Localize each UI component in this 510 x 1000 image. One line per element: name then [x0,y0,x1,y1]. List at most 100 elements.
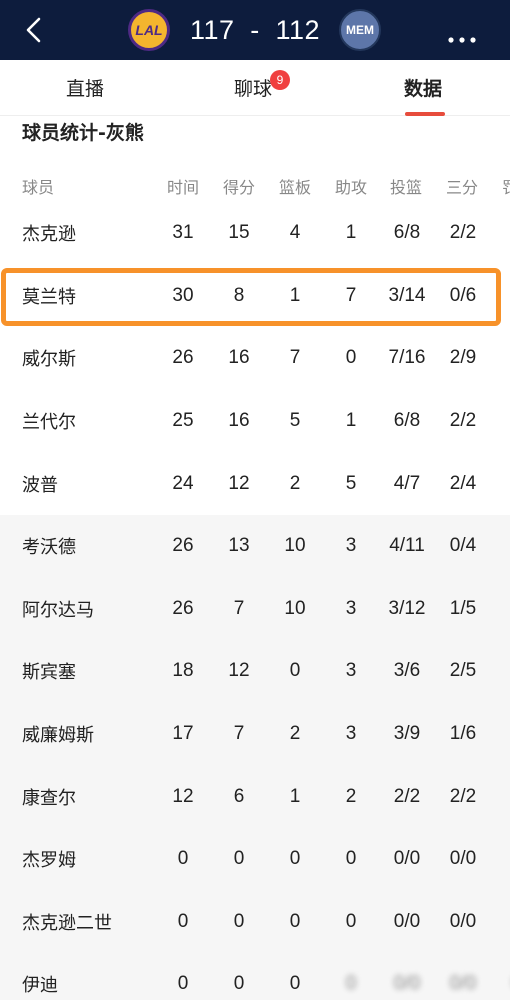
stat-rebounds: 2 [289,723,301,745]
player-name[interactable]: 杰克逊 [22,220,76,246]
stat-free-throws: 0 [487,848,510,870]
more-dots-icon[interactable] [448,28,476,43]
stat-free-throws: 2 [487,473,510,495]
back-arrow-icon[interactable] [20,15,50,45]
stat-three-pointers: 1/6 [449,723,477,745]
stat-points: 6 [233,785,245,807]
table-row[interactable]: 康查尔126122/22/20 [0,765,510,828]
stat-points: 13 [228,535,250,557]
stat-points: 7 [233,723,245,745]
stat-assists: 1 [345,410,357,432]
table-row[interactable]: 兰代尔 25 16 5 1 6/8 2/2 2 [0,390,510,453]
table-row[interactable]: 杰罗姆 0 0 0 0 0/0 0/0 0 [0,828,510,891]
stat-assists: 3 [345,597,357,619]
tab-chat[interactable]: 聊球 [234,74,272,101]
stat-minutes: 0 [177,910,189,932]
header-rebounds[interactable]: 篮板 [279,174,311,198]
player-name[interactable]: 杰罗姆 [22,846,76,872]
stat-three-pointers: 2/2 [449,785,477,807]
table-row[interactable]: 伊迪 0 0 0 0 0/0 0/0 0 [0,953,510,1000]
stat-minutes: 0 [177,973,189,995]
stat-free-throws: 0 [487,911,510,933]
stat-minutes: 18 [172,660,194,682]
stat-minutes: 26 [172,597,194,619]
player-name[interactable]: 威廉姆斯 [22,721,94,747]
stat-free-throws: 0 [487,786,510,808]
stat-three-pointers: 0/0 [449,973,477,995]
player-name[interactable]: 考沃德 [22,533,76,559]
stat-assists: 5 [345,472,357,494]
stat-field-goals: 0/0 [393,910,421,932]
tab-live[interactable]: 直播 [66,74,104,101]
tab-data[interactable]: 数据 [404,74,442,101]
player-name[interactable]: 兰代尔 [22,408,76,434]
stat-minutes: 17 [172,723,194,745]
player-name[interactable]: 阿尔达马 [22,596,94,622]
stat-rebounds: 7 [289,347,301,369]
section-title: 球员统计-灰熊 [22,122,144,144]
stat-field-goals: 0/0 [393,848,421,870]
stat-assists: 7 [345,284,357,306]
table-row[interactable]: 莫兰特 30 8 1 7 3/14 0/6 2 [0,265,510,328]
stat-points: 12 [228,660,250,682]
stat-free-throws: 4 [487,660,510,682]
stat-rebounds: 0 [289,910,301,932]
stat-three-pointers: 0/4 [449,535,477,557]
stat-field-goals: 0/0 [393,973,421,995]
stat-field-goals: 3/9 [393,723,421,745]
table-row[interactable]: 威廉姆斯 17 7 2 3 3/9 1/6 0 [0,702,510,766]
active-tab-indicator [405,112,445,116]
table-row[interactable]: 杰克逊 31 15 4 1 6/8 2/2 1 [0,202,510,265]
score-separator: - [250,14,260,45]
table-row[interactable]: 考沃德 26 13 10 3 4/11 0/4 5 [0,515,510,578]
stat-three-pointers: 2/2 [449,222,477,244]
table-row[interactable]: 杰克逊二世 0 0 0 0 0/0 0/0 0 [0,890,510,954]
stat-minutes: 26 [172,347,194,369]
stat-points: 0 [233,848,245,870]
stat-free-throws: 2 [487,410,510,432]
header-field-goals[interactable]: 投篮 [390,174,422,198]
stat-rebounds: 0 [289,973,301,995]
stat-free-throws: 0 [487,347,510,369]
stat-field-goals: 3/6 [393,660,421,682]
stat-rebounds: 2 [289,472,301,494]
header-three-pointers[interactable]: 三分 [446,174,478,198]
table-row[interactable]: 威尔斯 26 16 7 0 7/16 2/9 0 [0,327,510,390]
header-minutes[interactable]: 时间 [167,174,199,198]
stat-assists: 3 [345,660,357,682]
header-free-throws[interactable]: 罚 [502,174,510,198]
player-name[interactable]: 康查尔 [22,784,76,810]
stat-three-pointers: 2/2 [449,410,477,432]
stat-minutes: 24 [172,472,194,494]
table-row[interactable]: 波普 24 12 2 5 4/7 2/4 2 [0,452,510,515]
stat-rebounds: 10 [284,597,306,619]
stat-minutes: 31 [172,222,194,244]
player-name[interactable]: 莫兰特 [22,283,76,309]
player-name[interactable]: 伊迪 [22,971,58,997]
stat-assists: 3 [345,535,357,557]
stat-field-goals: 3/14 [388,284,426,306]
stat-field-goals: 6/8 [393,222,421,244]
stat-three-pointers: 2/5 [449,660,477,682]
stat-points: 0 [233,973,245,995]
player-name[interactable]: 威尔斯 [22,345,76,371]
player-name[interactable]: 波普 [22,471,58,497]
stat-free-throws: 0 [487,723,510,745]
stat-free-throws: 5 [487,535,510,557]
stat-assists: 1 [345,222,357,244]
stat-points: 8 [233,284,245,306]
stat-minutes: 26 [172,535,194,557]
player-name[interactable]: 斯宾塞 [22,658,76,684]
lakers-logo[interactable]: LAL [128,9,170,51]
header-assists[interactable]: 助攻 [335,174,367,198]
stat-three-pointers: 2/4 [449,472,477,494]
grizzlies-logo[interactable]: MEM [339,9,381,51]
header-points[interactable]: 得分 [223,174,255,198]
stat-three-pointers: 0/0 [449,848,477,870]
player-name[interactable]: 杰克逊二世 [22,909,112,935]
stat-field-goals: 7/16 [388,347,426,369]
table-row[interactable]: 阿尔达马 26 7 10 3 3/12 1/5 0 [0,577,510,641]
stat-minutes: 0 [177,848,189,870]
table-row[interactable]: 斯宾塞 18 12 0 3 3/6 2/5 4 [0,640,510,703]
stat-field-goals: 6/8 [393,410,421,432]
